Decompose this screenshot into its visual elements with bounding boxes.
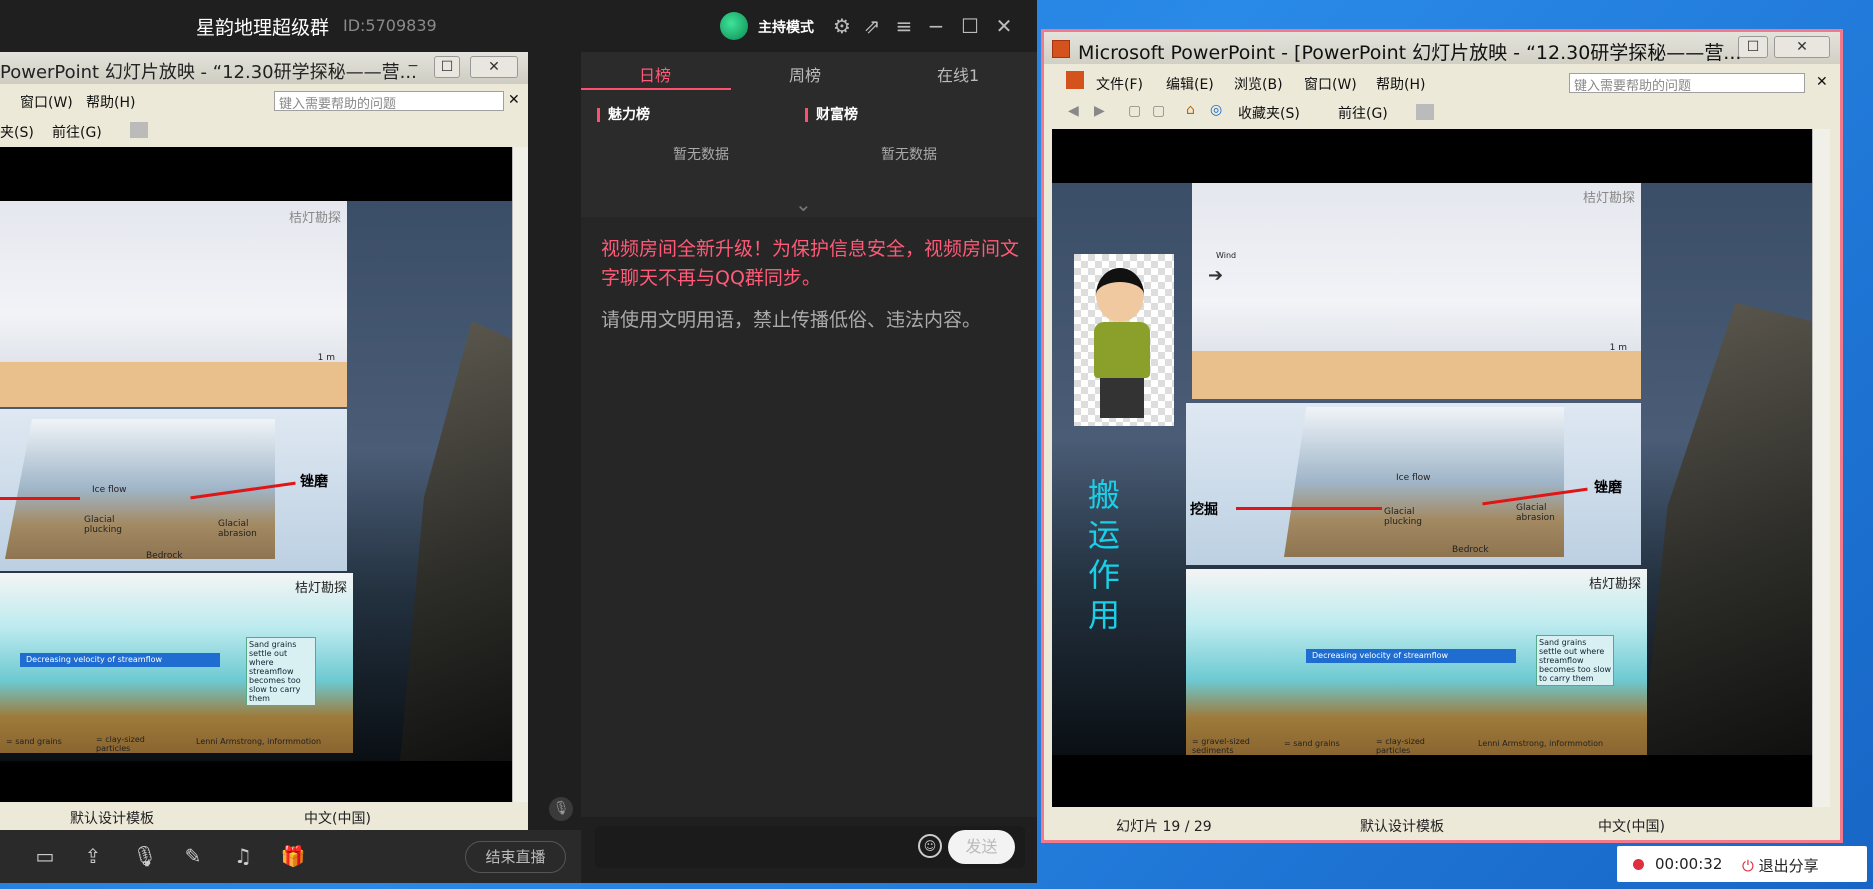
menu-help[interactable]: 帮助(H) [1376, 74, 1425, 94]
host-avatar[interactable] [720, 12, 748, 40]
transport-label: 搬 运 作 用 [1087, 476, 1120, 634]
menu-icon[interactable]: ≡ [892, 14, 916, 38]
help-search-input[interactable]: 键入需要帮助的问题 [274, 91, 504, 112]
popout-icon[interactable]: ⇗ [860, 14, 884, 38]
close-icon[interactable]: ✕ [470, 56, 518, 78]
exit-share-button[interactable]: ⏻ 退出分享 [1742, 855, 1819, 876]
ppt-title-bar: Microsoft PowerPoint - [PowerPoint 幻灯片放映… [1044, 32, 1840, 64]
status-bar: 默认设计模板 中文(中国) [0, 804, 528, 830]
streamflow-panel: 桔灯勘探 Decreasing velocity of streamflow S… [0, 573, 353, 753]
share-timer: 00:00:32 [1655, 855, 1723, 873]
forward-icon[interactable]: ▶ [1094, 103, 1105, 119]
stop-icon[interactable]: ▢ [1128, 103, 1141, 119]
streamflow-panel: 桔灯勘探 Decreasing velocity of streamflow S… [1186, 569, 1647, 755]
search-web-icon[interactable]: ◎ [1210, 102, 1222, 118]
rules-notice: 请使用文明用语，禁止传播低俗、违法内容。 [601, 309, 982, 331]
whiteboard-icon[interactable]: ✎ [180, 844, 206, 868]
glacier-panel: Ice flow Glacial abrasion Glacial plucki… [0, 409, 347, 571]
minimize-icon[interactable]: − [400, 56, 426, 78]
back-icon[interactable]: ◀ [1068, 103, 1079, 119]
wind-arrow-icon: ➔ [1208, 265, 1224, 286]
toolbar-favorites[interactable]: 夹(S) [0, 122, 34, 142]
maximize-icon[interactable]: ☐ [1738, 36, 1768, 58]
ppt-window-title: PowerPoint 幻灯片放映 - “12.30研学探秘——营... [0, 62, 417, 83]
toolbar-goto[interactable]: 前往(G) [52, 122, 102, 142]
vertical-scrollbar[interactable] [1812, 129, 1830, 807]
ppt-title-bar: PowerPoint 幻灯片放映 - “12.30研学探秘——营... − ☐ … [0, 52, 528, 84]
ranking-panel: 日榜 周榜 在线1 魅力榜 财富榜 暂无数据 暂无数据 ⌄ [581, 52, 1037, 217]
close-menu-icon[interactable]: ✕ [1816, 74, 1828, 90]
minimize-icon[interactable]: − [924, 14, 948, 38]
active-tab-indicator [581, 88, 731, 90]
tab-weekly[interactable]: 周榜 [789, 62, 821, 86]
wealth-rank-heading: 财富榜 [805, 108, 858, 122]
maximize-icon[interactable]: ☐ [434, 56, 460, 78]
toolbar-favorites[interactable]: 收藏夹(S) [1238, 103, 1300, 123]
tab-daily[interactable]: 日榜 [639, 62, 671, 86]
menu-edit[interactable]: 编辑(E) [1166, 74, 1214, 94]
camera-off-icon[interactable]: ▭ [32, 844, 58, 868]
group-id: ID:5709839 [343, 16, 437, 35]
toolbar-goto[interactable]: 前往(G) [1338, 103, 1388, 123]
menu-help[interactable]: 帮助(H) [86, 92, 135, 112]
wind-panel: 桔灯勘探 1 m [0, 201, 347, 407]
control-bar: ▭ ⇪ 🎙 ✎ ♫ 🎁 结束直播 [0, 830, 581, 883]
powerpoint-icon [1052, 40, 1070, 58]
status-bar: 幻灯片 19 / 29 默认设计模板 中文(中国) [1044, 810, 1840, 840]
home-icon[interactable]: ⌂ [1186, 102, 1195, 118]
ppt-doc-icon [1066, 71, 1084, 89]
maximize-icon[interactable]: ☐ [958, 14, 982, 38]
microphone-icon[interactable]: 🎙 [549, 797, 573, 821]
record-icon [1633, 859, 1644, 870]
close-icon[interactable]: ✕ [992, 14, 1016, 38]
close-icon[interactable]: ✕ [1774, 36, 1830, 58]
teacher-cartoon [1074, 254, 1174, 426]
charm-no-data: 暂无数据 [673, 147, 729, 163]
slide-view: 搬 运 作 用 桔灯勘探 Wind ➔ 1 m Ice flow Glacial… [1052, 129, 1812, 807]
powerpoint-window: Microsoft PowerPoint - [PowerPoint 幻灯片放映… [1041, 29, 1843, 843]
title-bar: 星韵地理超级群 ID:5709839 主持模式 ⚙ ⇗ ≡ − ☐ ✕ [0, 0, 1037, 52]
ppt-window-title: Microsoft PowerPoint - [PowerPoint 幻灯片放映… [1078, 42, 1742, 64]
glacier-panel: Ice flow Glacial abrasion Glacial plucki… [1186, 403, 1641, 565]
wealth-no-data: 暂无数据 [881, 147, 937, 163]
mic-off-icon[interactable]: 🎙 [132, 844, 158, 868]
chat-area: 视频房间全新升级！为保护信息安全，视频房间文字聊天不再与QQ群同步。 请使用文明… [581, 217, 1037, 817]
menu-window[interactable]: 窗口(W) [1304, 74, 1357, 94]
menu-view[interactable]: 浏览(B) [1234, 74, 1283, 94]
help-search-input[interactable]: 键入需要帮助的问题 [1569, 73, 1805, 94]
close-menu-icon[interactable]: ✕ [508, 92, 520, 108]
shared-ppt-window: PowerPoint 幻灯片放映 - “12.30研学探秘——营... − ☐ … [0, 52, 528, 830]
settings-icon[interactable]: ⚙ [830, 14, 854, 38]
emoji-icon[interactable]: ☺ [918, 834, 942, 858]
tab-online[interactable]: 在线1 [937, 62, 979, 86]
power-icon: ⏻ [1742, 857, 1754, 875]
toolbar-icon[interactable] [130, 122, 148, 138]
gift-icon[interactable]: 🎁 [280, 844, 306, 868]
sharing-indicator: 00:00:32 ⏻ 退出分享 [1617, 846, 1867, 882]
menu-file[interactable]: 文件(F) [1096, 74, 1143, 94]
screen-share-icon[interactable]: ⇪ [80, 844, 106, 868]
host-mode-label[interactable]: 主持模式 [758, 17, 814, 37]
vertical-scrollbar[interactable] [512, 147, 528, 802]
refresh-icon[interactable]: ▢ [1152, 103, 1165, 119]
menu-window[interactable]: 窗口(W) [20, 92, 73, 112]
send-button[interactable]: 发送 [948, 830, 1015, 864]
chevron-down-icon[interactable]: ⌄ [795, 192, 812, 216]
minimize-icon[interactable]: − [1704, 36, 1734, 58]
group-name: 星韵地理超级群 [196, 17, 330, 39]
charm-rank-heading: 魅力榜 [597, 108, 650, 122]
qq-video-window: 星韵地理超级群 ID:5709839 主持模式 ⚙ ⇗ ≡ − ☐ ✕ Powe… [0, 0, 1037, 883]
end-live-button[interactable]: 结束直播 [465, 841, 566, 873]
wind-panel: 桔灯勘探 Wind ➔ 1 m [1192, 183, 1641, 399]
slide-view: 桔灯勘探 1 m Ice flow Glacial abrasion Glaci… [0, 147, 512, 802]
music-icon[interactable]: ♫ [230, 844, 256, 868]
toolbar-icon[interactable] [1416, 104, 1434, 120]
upgrade-notice: 视频房间全新升级！为保护信息安全，视频房间文字聊天不再与QQ群同步。 [601, 238, 1020, 289]
